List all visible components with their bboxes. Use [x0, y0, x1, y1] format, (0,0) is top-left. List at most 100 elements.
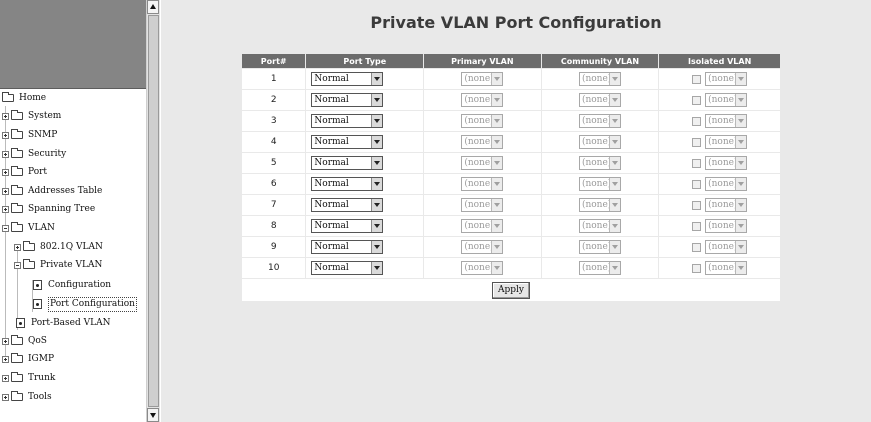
collapse-icon[interactable]	[14, 261, 21, 269]
community-vlan-select[interactable]: (none)	[578, 93, 621, 107]
isolated-vlan-select[interactable]: (none)	[705, 219, 748, 233]
expand-icon[interactable]	[2, 112, 9, 120]
port-type-select[interactable]: Normal	[311, 156, 384, 170]
isolated-checkbox[interactable]	[692, 137, 702, 147]
nav-item-tools[interactable]: Tools	[2, 388, 52, 406]
expand-icon[interactable]	[2, 150, 9, 158]
nav-home[interactable]: Home	[2, 89, 46, 107]
isolated-checkbox[interactable]	[692, 158, 702, 168]
primary-vlan-select[interactable]: (none)	[461, 135, 504, 149]
primary-vlan-select[interactable]: (none)	[461, 177, 504, 191]
folder-icon	[11, 129, 23, 139]
expand-icon[interactable]	[2, 355, 9, 363]
nav-item-trunk[interactable]: Trunk	[2, 369, 55, 387]
dropdown-arrow-icon	[735, 157, 747, 169]
port-number: 3	[242, 111, 306, 131]
nav-item-port-based-vlan[interactable]: Port-Based VLAN	[16, 314, 110, 332]
nav-item-vlan[interactable]: VLAN	[2, 219, 55, 237]
nav-item-addresses-table[interactable]: Addresses Table	[2, 182, 102, 200]
scroll-up-arrow-icon[interactable]	[147, 0, 159, 14]
expand-icon[interactable]	[2, 205, 9, 213]
scrollbar-thumb[interactable]	[148, 15, 159, 407]
isolated-vlan-select[interactable]: (none)	[705, 72, 748, 86]
primary-vlan-select[interactable]: (none)	[461, 93, 504, 107]
nav-item-snmp[interactable]: SNMP	[2, 126, 57, 144]
apply-button[interactable]: Apply	[492, 281, 530, 299]
apply-row: Apply	[242, 279, 780, 301]
expand-icon[interactable]	[2, 187, 9, 195]
nav-item-port[interactable]: Port	[2, 163, 47, 181]
isolated-vlan-select[interactable]: (none)	[705, 135, 748, 149]
nav-item-private-vlan[interactable]: Private VLAN	[14, 256, 102, 274]
primary-vlan-value: (none)	[464, 158, 492, 168]
isolated-checkbox[interactable]	[692, 242, 702, 252]
table-row: 3 Normal (none) (none) (none)	[242, 111, 780, 131]
port-type-select[interactable]: Normal	[311, 93, 384, 107]
port-type-select[interactable]: Normal	[311, 177, 384, 191]
nav-item-port-configuration[interactable]: Port Configuration	[33, 295, 137, 313]
nav-item-configuration[interactable]: Configuration	[33, 276, 111, 294]
primary-vlan-select[interactable]: (none)	[461, 219, 504, 233]
isolated-checkbox[interactable]	[692, 200, 702, 210]
isolated-checkbox[interactable]	[692, 116, 702, 126]
folder-icon	[11, 148, 23, 158]
scroll-down-arrow-icon[interactable]	[147, 408, 159, 422]
community-vlan-select[interactable]: (none)	[578, 177, 621, 191]
port-type-select[interactable]: Normal	[311, 198, 384, 212]
primary-vlan-select[interactable]: (none)	[461, 72, 504, 86]
community-vlan-select[interactable]: (none)	[578, 261, 621, 275]
primary-vlan-select[interactable]: (none)	[461, 261, 504, 275]
community-vlan-cell: (none)	[541, 237, 659, 257]
isolated-checkbox[interactable]	[692, 95, 702, 105]
expand-icon[interactable]	[2, 131, 9, 139]
port-type-select[interactable]: Normal	[311, 135, 384, 149]
port-type-value: Normal	[314, 242, 349, 252]
community-vlan-select[interactable]: (none)	[578, 219, 621, 233]
isolated-vlan-select[interactable]: (none)	[705, 114, 748, 128]
isolated-vlan-select[interactable]: (none)	[705, 261, 748, 275]
port-type-select[interactable]: Normal	[311, 240, 384, 254]
expand-icon[interactable]	[2, 168, 9, 176]
community-vlan-select[interactable]: (none)	[578, 198, 621, 212]
port-type-select[interactable]: Normal	[311, 219, 384, 233]
port-type-select[interactable]: Normal	[311, 261, 384, 275]
nav-label: Trunk	[28, 373, 56, 383]
community-vlan-select[interactable]: (none)	[578, 114, 621, 128]
port-type-select[interactable]: Normal	[311, 114, 384, 128]
isolated-vlan-select[interactable]: (none)	[705, 177, 748, 191]
primary-vlan-select[interactable]: (none)	[461, 156, 504, 170]
isolated-checkbox[interactable]	[692, 263, 702, 273]
community-vlan-value: (none)	[581, 158, 609, 168]
expand-icon[interactable]	[2, 393, 9, 401]
isolated-vlan-select[interactable]: (none)	[705, 198, 748, 212]
nav-item-spanning-tree[interactable]: Spanning Tree	[2, 200, 95, 218]
isolated-vlan-select[interactable]: (none)	[705, 93, 748, 107]
nav-item-8021q-vlan[interactable]: 802.1Q VLAN	[14, 238, 103, 256]
nav-label: Private VLAN	[40, 260, 103, 270]
nav-item-qos[interactable]: QoS	[2, 332, 47, 350]
isolated-checkbox[interactable]	[692, 179, 702, 189]
expand-icon[interactable]	[2, 374, 9, 382]
expand-icon[interactable]	[14, 243, 21, 251]
community-vlan-select[interactable]: (none)	[578, 156, 621, 170]
primary-vlan-select[interactable]: (none)	[461, 240, 504, 254]
isolated-checkbox[interactable]	[692, 221, 702, 231]
isolated-vlan-value: (none)	[708, 263, 736, 273]
primary-vlan-select[interactable]: (none)	[461, 198, 504, 212]
primary-vlan-select[interactable]: (none)	[461, 114, 504, 128]
dropdown-arrow-icon	[371, 73, 383, 85]
isolated-vlan-select[interactable]: (none)	[705, 156, 748, 170]
expand-icon[interactable]	[2, 337, 9, 345]
dropdown-arrow-icon	[735, 94, 747, 106]
isolated-checkbox[interactable]	[692, 74, 702, 84]
nav-item-system[interactable]: System	[2, 107, 61, 125]
port-type-select[interactable]: Normal	[311, 72, 384, 86]
collapse-icon[interactable]	[2, 224, 9, 232]
page-title: Private VLAN Port Configuration	[370, 13, 662, 32]
community-vlan-select[interactable]: (none)	[578, 72, 621, 86]
community-vlan-select[interactable]: (none)	[578, 240, 621, 254]
community-vlan-select[interactable]: (none)	[578, 135, 621, 149]
nav-item-security[interactable]: Security	[2, 145, 66, 163]
nav-item-igmp[interactable]: IGMP	[2, 350, 54, 368]
isolated-vlan-select[interactable]: (none)	[705, 240, 748, 254]
